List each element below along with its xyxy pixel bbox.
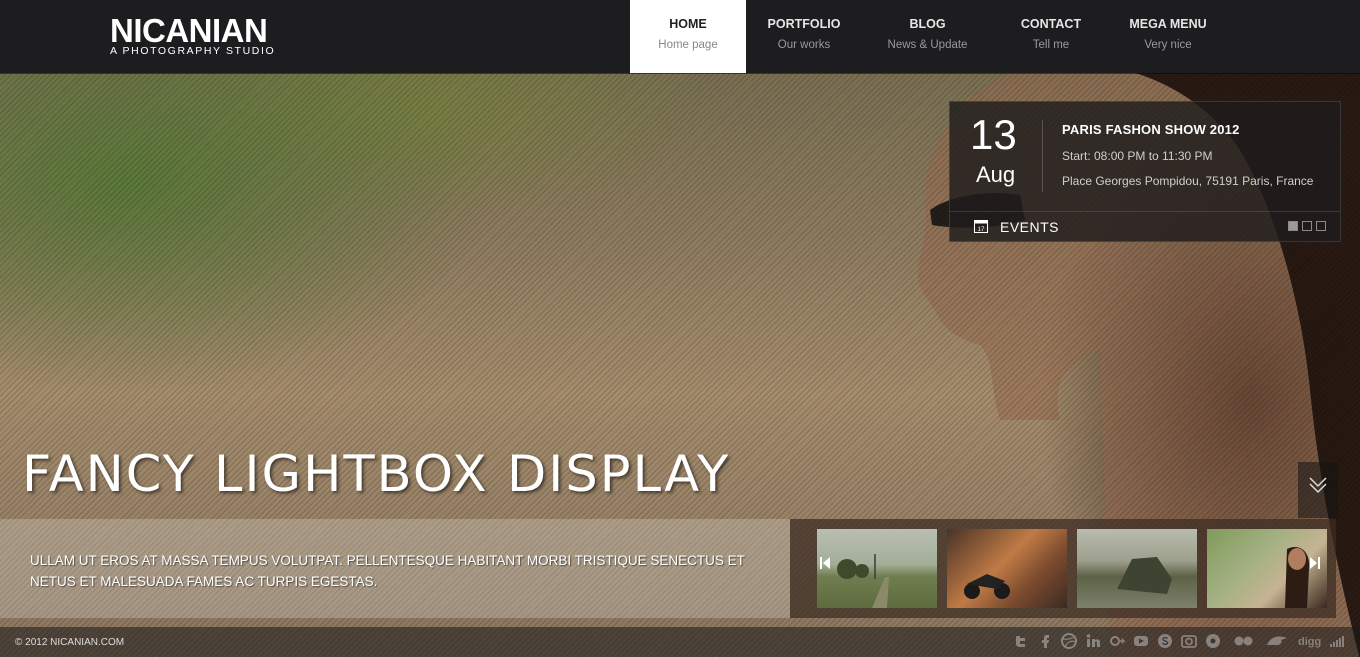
google-plus-icon[interactable] xyxy=(1108,632,1126,650)
event-day: 13 xyxy=(970,111,1017,158)
nav-label: PORTFOLIO xyxy=(767,17,841,31)
twitter-icon[interactable] xyxy=(1012,632,1030,650)
nav-item-contact[interactable]: CONTACT Tell me xyxy=(993,0,1109,73)
event-pager-dot[interactable] xyxy=(1316,221,1326,231)
linkedin-icon[interactable] xyxy=(1084,632,1102,650)
thumbnail-image xyxy=(964,574,1010,599)
nav-label: HOME xyxy=(669,17,707,31)
event-place: Place Georges Pompidou, 75191 Paris, Fra… xyxy=(1062,174,1314,188)
site-footer: © 2012 NICANIAN.COM digg xyxy=(0,627,1360,657)
thumbnails-next-arrow[interactable] xyxy=(1308,555,1320,571)
nav-item-home[interactable]: HOME Home page xyxy=(630,0,746,73)
event-panel: 13 Aug PARIS FASHON SHOW 2012 Start: 08:… xyxy=(949,101,1341,242)
flickr-icon[interactable] xyxy=(1228,632,1258,650)
svg-text:digg: digg xyxy=(1298,636,1321,648)
thumbnails-prev-arrow[interactable] xyxy=(820,555,832,571)
nav-label: BLOG xyxy=(909,17,946,31)
nav-item-portfolio[interactable]: PORTFOLIO Our works xyxy=(746,0,862,73)
main-nav: HOME Home page PORTFOLIO Our works BLOG … xyxy=(630,0,1227,73)
event-month: Aug xyxy=(976,162,1016,187)
instagram-icon[interactable] xyxy=(1180,632,1198,650)
svg-text:17: 17 xyxy=(978,227,985,233)
events-label[interactable]: EVENTS xyxy=(1000,219,1059,235)
event-pager-dot[interactable] xyxy=(1302,221,1312,231)
nav-sublabel: Tell me xyxy=(1032,39,1070,51)
nav-sublabel: Home page xyxy=(658,39,718,51)
facebook-icon[interactable] xyxy=(1036,632,1054,650)
thumbnail-coast[interactable] xyxy=(1077,529,1197,608)
event-footer: 17 EVENTS xyxy=(950,211,1340,242)
thumbnail-image xyxy=(837,554,889,608)
nav-label: CONTACT xyxy=(1020,17,1082,31)
logo-tagline: A PHOTOGRAPHY STUDIO xyxy=(110,45,276,57)
social-links: digg xyxy=(1012,632,1346,650)
nav-item-mega-menu[interactable]: MEGA MENU Very nice xyxy=(1109,0,1227,73)
event-pager-dot[interactable] xyxy=(1288,221,1298,231)
youtube-icon[interactable] xyxy=(1132,632,1150,650)
scroll-down-button[interactable] xyxy=(1298,462,1338,518)
chevron-double-down-icon xyxy=(1309,477,1327,494)
hero-headline: FANCY LIGHTBOX DISPLAY xyxy=(22,445,731,503)
skype-icon[interactable] xyxy=(1156,632,1174,650)
nav-sublabel: Very nice xyxy=(1144,39,1192,51)
nav-item-blog[interactable]: BLOG News & Update xyxy=(862,0,993,73)
dribbble-icon[interactable] xyxy=(1060,632,1078,650)
calendar-icon: 17 xyxy=(974,220,988,233)
nav-sublabel: Our works xyxy=(777,39,831,51)
thumbnail-image xyxy=(1117,557,1172,594)
event-title[interactable]: PARIS FASHON SHOW 2012 xyxy=(1062,122,1240,137)
thumbnail-scooter[interactable] xyxy=(947,529,1067,608)
event-time: Start: 08:00 PM to 11:30 PM xyxy=(1062,149,1213,163)
nav-sublabel: News & Update xyxy=(887,39,968,51)
digg-icon[interactable]: digg xyxy=(1296,632,1322,650)
picasa-icon[interactable] xyxy=(1204,632,1222,650)
thumbnail-strip xyxy=(790,519,1336,618)
caption-text: ULLAM UT EROS AT MASSA TEMPUS VOLUTPAT. … xyxy=(30,553,745,589)
logo-title: NICANIAN xyxy=(110,12,268,49)
event-divider xyxy=(1042,120,1043,192)
site-header: NICANIAN A PHOTOGRAPHY STUDIO HOME Home … xyxy=(0,0,1360,73)
copyright-text: © 2012 NICANIAN.COM xyxy=(15,637,125,648)
deviantart-icon[interactable] xyxy=(1264,632,1290,650)
nav-label: MEGA MENU xyxy=(1129,17,1207,31)
signal-icon[interactable] xyxy=(1328,632,1346,650)
event-pager xyxy=(1288,221,1326,231)
site-logo[interactable]: NICANIAN A PHOTOGRAPHY STUDIO xyxy=(110,14,275,56)
thumbnail-countryside[interactable] xyxy=(817,529,937,608)
slide-caption: ULLAM UT EROS AT MASSA TEMPUS VOLUTPAT. … xyxy=(0,519,790,618)
